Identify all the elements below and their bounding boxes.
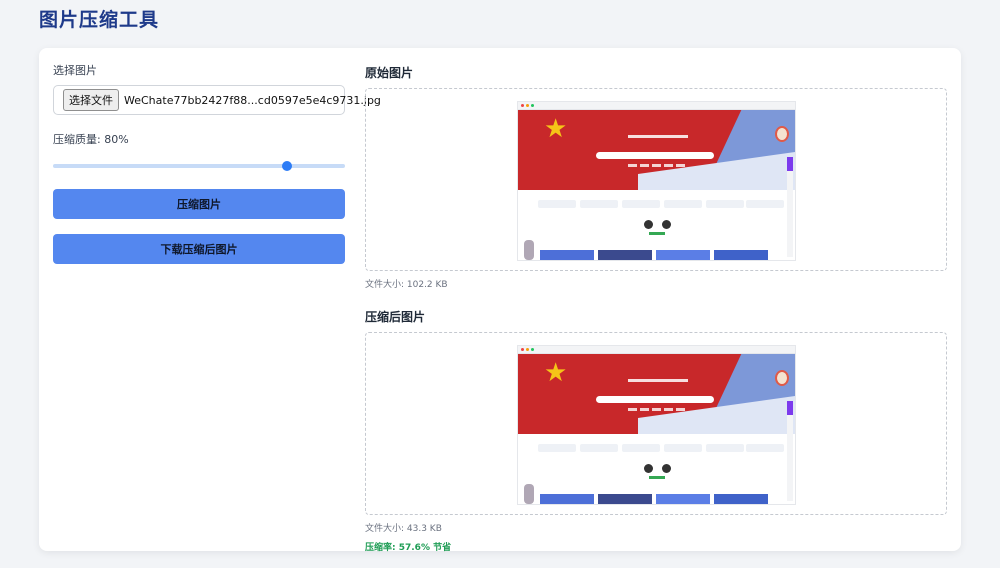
quality-slider-track[interactable] (53, 164, 345, 168)
compress-button[interactable]: 压缩图片 (53, 189, 345, 219)
controls-panel: 选择图片 选择文件 WeChate77bb2427f88...cd0597e5e… (53, 62, 381, 264)
main-card: 选择图片 选择文件 WeChate77bb2427f88...cd0597e5e… (39, 48, 961, 553)
quality-slider-thumb[interactable] (281, 161, 292, 171)
original-file-size: 文件大小: 102.2 KB (365, 280, 448, 290)
file-input[interactable]: 选择文件 WeChate77bb2427f88...cd0597e5e4c973… (53, 85, 381, 115)
quality-slider[interactable] (53, 160, 345, 172)
original-image-preview: ★ (517, 101, 796, 261)
compressed-image-preview: ★ (517, 345, 796, 505)
compressed-file-size: 文件大小: 43.3 KB (365, 524, 442, 534)
original-image-title: 原始图片 (365, 66, 414, 80)
compressed-image-frame: ★ (365, 332, 947, 515)
selected-file-name: WeChate77bb2427f88...cd0597e5e4c9731.jpg (124, 93, 381, 107)
choose-file-button[interactable]: 选择文件 (63, 89, 119, 111)
page-title: 图片压缩工具 (39, 9, 160, 31)
download-button[interactable]: 下载压缩后图片 (53, 234, 345, 264)
original-image-frame: ★ (365, 88, 947, 271)
quality-label: 压缩质量: 80% (53, 133, 129, 146)
compression-ratio: 压缩率: 57.6% 节省 (365, 543, 452, 553)
select-image-label: 选择图片 (53, 64, 97, 77)
preview-panel: 原始图片 ★ 文件大小: 102.2 KB 压缩后图片 ★ 文件大小: 43.3… (365, 64, 947, 553)
compressed-image-title: 压缩后图片 (365, 310, 426, 324)
